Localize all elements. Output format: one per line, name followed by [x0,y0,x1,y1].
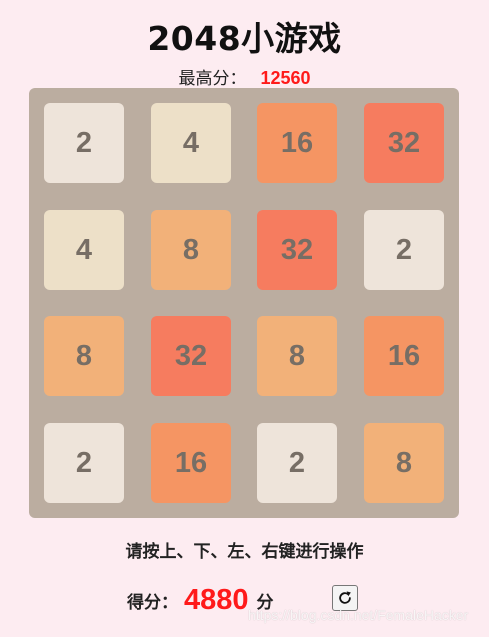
tile: 16 [151,423,231,503]
tile: 16 [257,103,337,183]
tile: 4 [151,103,231,183]
tile: 8 [151,210,231,290]
refresh-icon [339,591,351,604]
game-board[interactable]: 2 4 16 32 4 8 32 2 8 32 8 16 2 16 2 8 [29,88,459,518]
tile: 8 [364,423,444,503]
best-score-label: 最高分： [178,69,247,89]
best-score-value: 12560 [260,68,311,88]
tile: 32 [151,316,231,396]
tile: 2 [44,103,124,183]
tile: 8 [257,316,337,396]
game-title: 2048小游戏 [147,19,342,58]
tile: 2 [364,210,444,290]
tile: 16 [364,316,444,396]
best-score: 最高分： 12560 [0,64,489,89]
score-label: 得分： [127,592,178,613]
watermark: https://blog.csdn.net/FemaleHacker [248,607,469,623]
tile: 2 [44,423,124,503]
tile: 8 [44,316,124,396]
tile: 32 [257,210,337,290]
score-value: 4880 [184,583,249,616]
tile: 2 [257,423,337,503]
tile: 32 [364,103,444,183]
tile: 4 [44,210,124,290]
instruction-text: 请按上、下、左、右键进行操作 [125,542,364,562]
